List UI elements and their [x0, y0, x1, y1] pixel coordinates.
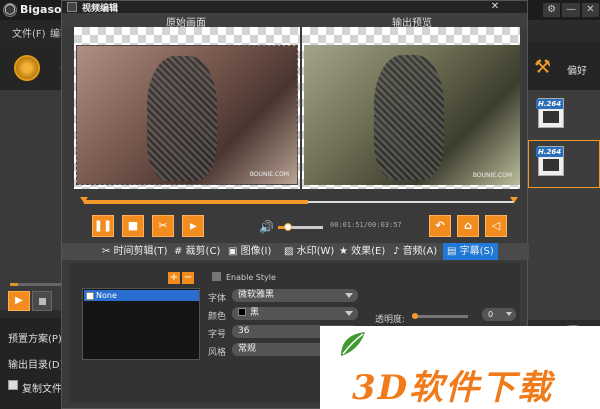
cut-button[interactable]: ✂ — [152, 215, 174, 237]
chevron-down-icon — [345, 293, 353, 298]
color-dropdown[interactable]: 黑 — [232, 307, 358, 320]
watermark-icon: ▨ — [284, 246, 297, 257]
pause-button[interactable]: ❚❚ — [92, 215, 114, 237]
style-value: 常规 — [238, 344, 257, 354]
volume-icon[interactable]: 🔊 — [259, 220, 274, 234]
color-value: 黑 — [250, 308, 260, 318]
trim-end-marker[interactable] — [510, 197, 518, 203]
dialog-icon — [67, 2, 77, 12]
close-dialog-button[interactable]: ✕ — [488, 1, 502, 13]
scissors-icon: ✂ — [102, 246, 114, 257]
output-dir-label: 输出目录(D): — [8, 360, 67, 371]
tab-trim[interactable]: ✂ 时间剪辑(T) — [102, 243, 167, 260]
file-item-2[interactable]: H.264 — [536, 146, 564, 176]
undo-button[interactable]: ◁ — [485, 215, 507, 237]
tab-label: 音频(A) — [402, 246, 438, 257]
rotate-button[interactable]: ↶ — [429, 215, 451, 237]
settings-icon[interactable]: ⚙ — [543, 3, 561, 17]
copy-structure-checkbox[interactable] — [8, 380, 18, 390]
right-toolbar: ⚒ 偏好 — [525, 42, 600, 90]
tab-label: 裁剪(C) — [185, 246, 221, 257]
output-frame: BOUNIE.COM — [304, 45, 520, 185]
tab-audio[interactable]: ♪ 音频(A) — [393, 243, 437, 260]
clip-button[interactable]: ⌂ — [457, 215, 479, 237]
opacity-knob[interactable] — [412, 313, 418, 319]
enable-style-label: Enable Style — [226, 273, 276, 282]
opacity-label: 透明度: — [375, 315, 406, 325]
split-button[interactable]: ⫸ — [182, 215, 204, 237]
tab-effect[interactable]: ★ 效果(E) — [339, 243, 385, 260]
add-subtitle-button[interactable]: + — [168, 272, 180, 284]
crop-icon: # — [174, 246, 186, 257]
h264-badge: H.264 — [536, 99, 564, 109]
original-frame[interactable]: BOUNIE.COM — [76, 45, 298, 185]
tab-label: 效果(E) — [351, 246, 386, 257]
play-button[interactable]: ▶ — [8, 291, 30, 311]
video-frame-figure — [374, 55, 444, 180]
tab-label: 字幕(S) — [459, 246, 494, 257]
tools-icon[interactable]: ⚒ — [534, 56, 551, 78]
video-file-icon — [543, 159, 559, 171]
tab-watermark[interactable]: ▨ 水印(W) — [284, 243, 334, 260]
file-item-1[interactable]: H.264 — [536, 98, 564, 128]
preferences-label[interactable]: 偏好 — [567, 62, 587, 77]
volume-knob[interactable] — [283, 223, 292, 231]
opacity-value: 0 — [488, 310, 494, 319]
color-swatch — [238, 308, 246, 316]
remove-subtitle-button[interactable]: − — [182, 272, 194, 284]
font-value: 微软雅黑 — [238, 290, 275, 300]
chevron-down-icon — [345, 311, 353, 316]
image-icon: ▣ — [228, 246, 241, 257]
dialog-title-bar: 视频编辑 ✕ — [62, 1, 527, 14]
tab-label: 时间剪辑(T) — [113, 246, 168, 257]
h264-badge: H.264 — [536, 147, 564, 157]
leaf-icon — [341, 332, 365, 356]
star-icon: ★ — [339, 246, 352, 257]
chevron-down-icon — [506, 312, 512, 316]
volume-slider[interactable] — [278, 223, 323, 231]
tab-label: 图像(I) — [240, 246, 272, 257]
edit-tabs: ✂ 时间剪辑(T) # 裁剪(C) ▣ 图像(I) ▨ 水印(W) ★ 效果(E… — [62, 243, 529, 260]
app-logo-icon: ◯ — [3, 3, 17, 17]
film-reel-icon[interactable] — [14, 55, 40, 81]
tab-subtitle[interactable]: ▤ 字幕(S) — [443, 243, 498, 260]
minimize-button[interactable]: — — [562, 3, 580, 17]
subtitle-icon: ▤ — [447, 246, 460, 257]
trim-start-marker[interactable] — [80, 197, 88, 203]
tab-crop[interactable]: # 裁剪(C) — [174, 243, 220, 260]
size-value: 36 — [238, 326, 250, 336]
preset-label: 预置方案(P): — [8, 334, 66, 345]
style-label: 风格 — [208, 348, 227, 358]
list-item[interactable]: None — [84, 290, 199, 301]
original-preview: BOUNIE.COM — [74, 27, 300, 189]
subtitle-list[interactable]: None — [82, 288, 200, 360]
timeline-progress — [84, 200, 308, 204]
enable-style-checkbox[interactable]: Enable Style — [212, 272, 276, 282]
timeline-slider[interactable] — [80, 197, 518, 209]
stop-edit-button[interactable]: ■ — [122, 215, 144, 237]
frame-watermark: BOUNIE.COM — [472, 172, 512, 179]
checkbox-box[interactable] — [212, 272, 221, 281]
color-label: 颜色 — [208, 312, 227, 322]
size-label: 字号 — [208, 330, 227, 340]
music-note-icon: ♪ — [393, 246, 403, 257]
font-label: 字体 — [208, 294, 227, 304]
preview-headers: 原始画面 输出预览 — [62, 13, 527, 29]
video-file-icon — [543, 111, 559, 123]
opacity-slider[interactable] — [412, 313, 468, 319]
window-controls: ⚙ — ✕ — [543, 3, 599, 17]
tab-image[interactable]: ▣ 图像(I) — [228, 243, 271, 260]
frame-watermark: BOUNIE.COM — [249, 171, 289, 178]
tab-label: 水印(W) — [296, 246, 335, 257]
stop-button[interactable] — [32, 291, 52, 311]
menu-file[interactable]: 文件(F) — [12, 25, 46, 40]
video-frame-figure — [147, 56, 217, 181]
opacity-stepper[interactable]: 0 — [482, 308, 516, 321]
font-dropdown[interactable]: 微软雅黑 — [232, 289, 358, 302]
close-app-button[interactable]: ✕ — [581, 3, 599, 17]
watermark-text: 3D软件下载 — [352, 368, 554, 408]
timecode: 00:01:51/00:03:57 — [330, 221, 402, 229]
output-preview: BOUNIE.COM — [302, 27, 520, 189]
